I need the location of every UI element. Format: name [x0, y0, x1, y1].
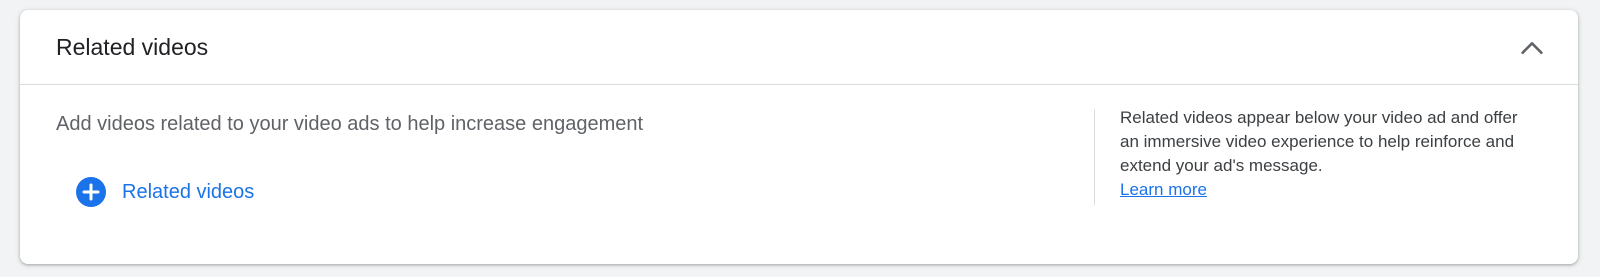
add-circle-icon — [76, 177, 106, 207]
learn-more-link[interactable]: Learn more — [1120, 180, 1207, 199]
section-description: Add videos related to your video ads to … — [56, 113, 644, 135]
add-button-label: Related videos — [122, 181, 255, 203]
section-title: Related videos — [56, 34, 209, 60]
chevron-up-icon — [1521, 42, 1543, 54]
card-header[interactable]: Related videos — [20, 10, 1578, 85]
related-videos-card: Related videos Add videos related to you… — [20, 10, 1578, 264]
help-text: Related videos appear below your video a… — [1120, 108, 1518, 175]
vertical-divider — [1094, 109, 1095, 205]
add-related-videos-button[interactable]: Related videos — [76, 177, 254, 207]
collapse-button[interactable] — [1514, 30, 1550, 66]
card-body: Add videos related to your video ads to … — [20, 85, 1578, 263]
help-panel: Related videos appear below your video a… — [1120, 106, 1540, 202]
